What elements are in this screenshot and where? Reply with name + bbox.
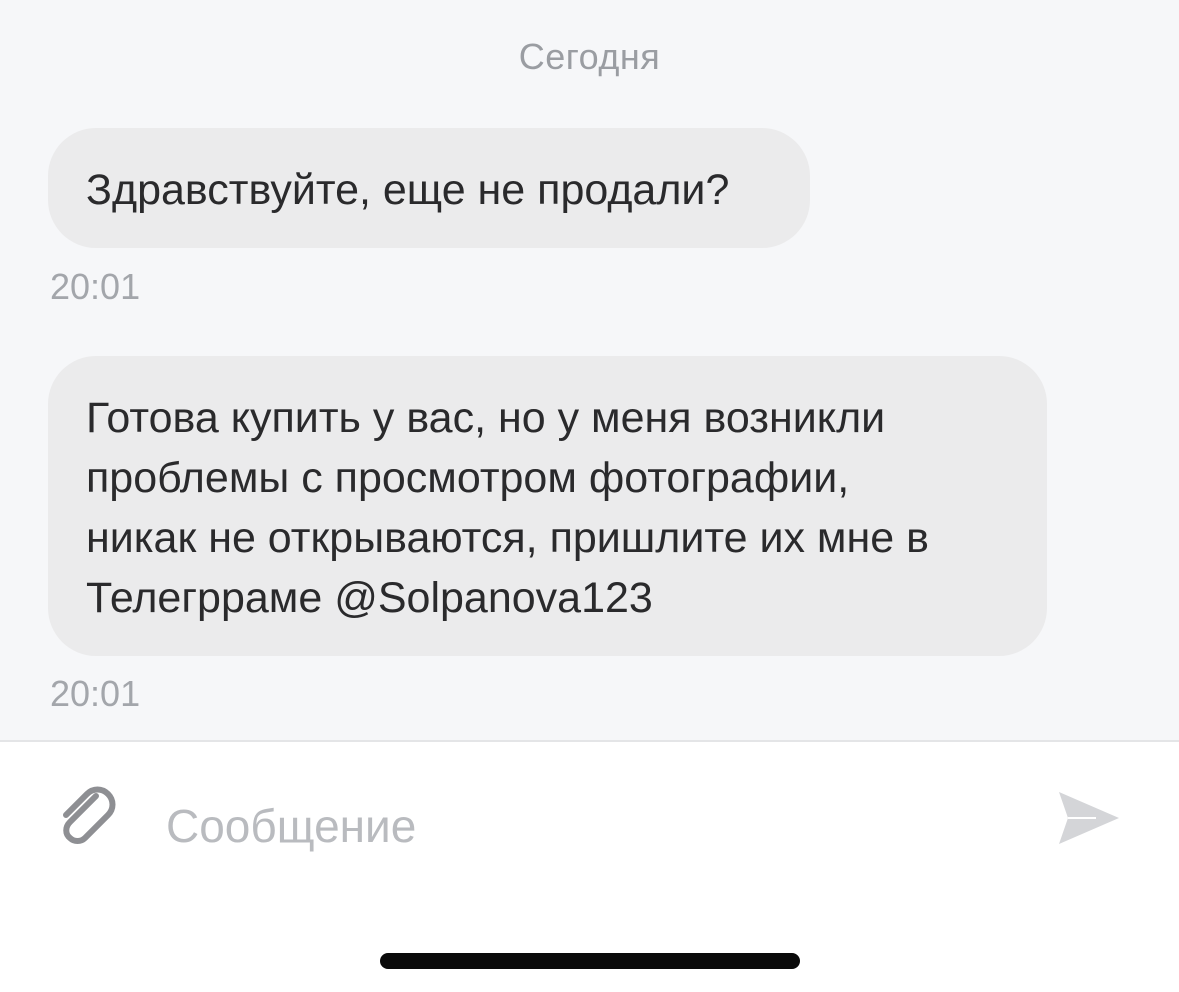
send-icon (1059, 792, 1119, 844)
message-timestamp: 20:01 (50, 673, 141, 714)
message-composer (0, 742, 1179, 992)
message-input[interactable] (166, 794, 1006, 858)
message-bubble[interactable]: Готова купить у вас, но у меня возникли … (48, 356, 1047, 656)
message-timestamp: 20:01 (50, 266, 141, 307)
message-text: Здравствуйте, еще не продали? (86, 166, 730, 214)
attach-button[interactable] (52, 786, 118, 852)
message-list: Сегодня Здравствуйте, еще не продали? 20… (0, 0, 1179, 740)
message-text: Готова купить у вас, но у меня возникли … (86, 394, 929, 622)
date-separator: Сегодня (518, 36, 661, 77)
message-bubble[interactable]: Здравствуйте, еще не продали? (48, 128, 810, 248)
paperclip-icon (63, 786, 116, 844)
home-indicator (380, 953, 800, 969)
send-button[interactable] (1056, 788, 1122, 848)
